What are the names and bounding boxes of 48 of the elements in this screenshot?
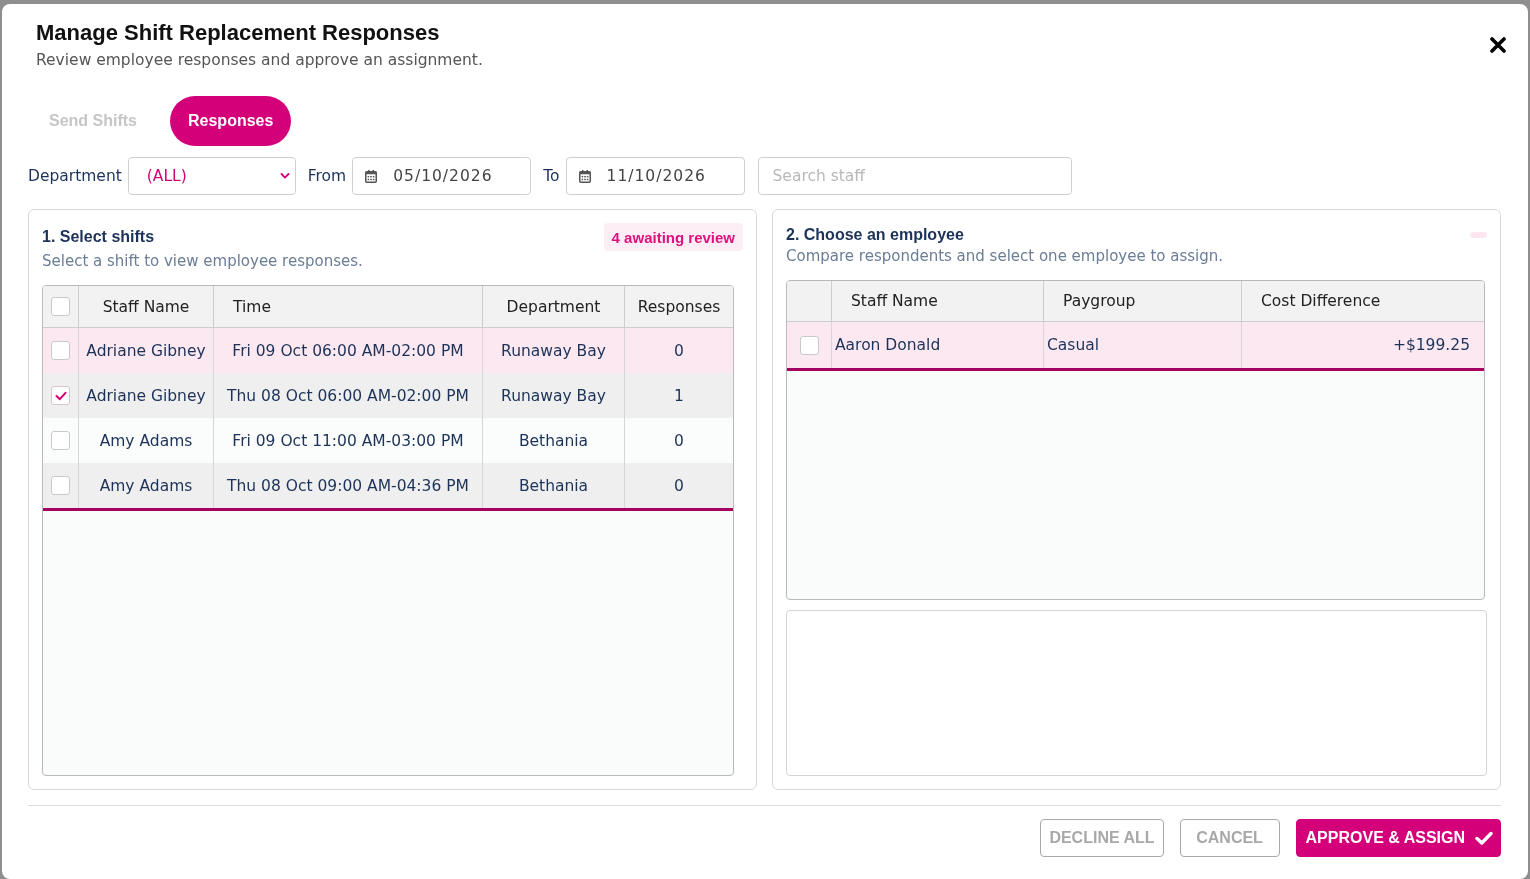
close-icon	[1490, 37, 1506, 53]
checkbox[interactable]	[51, 386, 70, 405]
from-label: From	[307, 167, 347, 185]
panel-subtitle: Select a shift to view employee responses.	[42, 251, 364, 271]
chevron-down-icon	[279, 173, 290, 179]
checkbox[interactable]	[51, 476, 70, 495]
from-date-field[interactable]: 05/10/2026	[352, 157, 532, 195]
check-icon	[1475, 831, 1493, 845]
table-cell: Amy Adams	[78, 463, 213, 508]
table-row[interactable]: Adriane Gibney Thu 08 Oct 06:00 AM-02:00 PM Runaway Bay 1	[43, 373, 733, 418]
to-date-field[interactable]: 11/10/2026	[565, 157, 745, 195]
column-header[interactable]: Staff Name	[78, 286, 213, 327]
checkbox[interactable]	[51, 341, 70, 360]
column-header[interactable]: Responses	[624, 286, 733, 327]
panel-subtitle: Compare respondents and select one employee to assign.	[786, 246, 1225, 266]
table-cell: Casual	[1043, 322, 1241, 368]
checkbox[interactable]	[799, 335, 819, 355]
to-label: To	[543, 167, 560, 185]
table-cell: Bethania	[482, 463, 624, 508]
dialog-title: Manage Shift Replacement Responses	[36, 20, 441, 46]
pill-icon	[1470, 231, 1487, 238]
table-cell: 0	[624, 463, 733, 508]
department-select[interactable]: (ALL)	[127, 157, 296, 195]
column-header[interactable]: Department	[482, 286, 624, 327]
search-field[interactable]: Search staff	[757, 157, 1072, 195]
table-cell: Thu 08 Oct 09:00 AM-04:36 PM	[213, 463, 482, 508]
calendar-icon	[365, 169, 378, 183]
table-row[interactable]: Adriane Gibney Fri 09 Oct 06:00 AM-02:00 PM Runaway Bay 0	[43, 328, 733, 373]
tab[interactable]: Responses	[170, 96, 292, 146]
panel-title: 2. Choose an employee	[786, 224, 964, 245]
department-label: Department	[28, 167, 122, 185]
table-row[interactable]: Amy Adams Thu 08 Oct 09:00 AM-04:36 PM Bethania 0	[43, 463, 733, 508]
panel-title: 1. Select shifts	[42, 227, 155, 247]
approve-button[interactable]: APPROVE & ASSIGN	[1295, 819, 1501, 857]
column-header[interactable]: Paygroup	[1043, 281, 1241, 321]
table-row[interactable]: Aaron Donald Casual +$199.25	[787, 322, 1484, 368]
column-header[interactable]: Cost Difference	[1241, 281, 1484, 321]
dialog-subtitle: Review employee responses and approve an assignment.	[36, 50, 483, 70]
check-icon	[54, 390, 67, 401]
status-badge: 4 awaiting review	[603, 223, 743, 251]
column-header[interactable]: Staff Name	[831, 281, 1043, 321]
checkbox[interactable]	[51, 431, 70, 450]
column-header[interactable]: Time	[213, 286, 482, 327]
close-button[interactable]	[1490, 37, 1506, 53]
calendar-icon	[578, 169, 591, 183]
table-cell: +$199.25	[1241, 322, 1484, 368]
checkbox[interactable]	[51, 297, 70, 316]
table-cell: Aaron Donald	[831, 322, 1043, 368]
